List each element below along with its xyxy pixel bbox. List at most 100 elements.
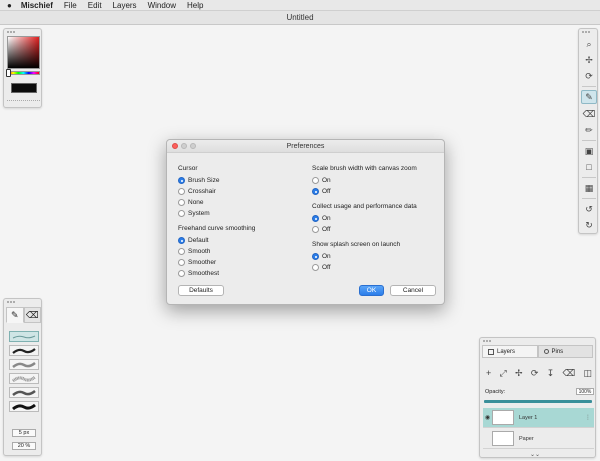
ok-button[interactable]: OK <box>359 285 384 296</box>
layer-row[interactable]: Paper <box>483 429 594 449</box>
usage-label: Collect usage and performance data <box>312 203 417 210</box>
brush-preset[interactable] <box>9 345 39 356</box>
cursor-option-system[interactable]: System <box>178 210 210 217</box>
zoom-icon[interactable] <box>190 143 196 149</box>
panel-grip[interactable] <box>579 29 597 34</box>
cursor-option-crosshair[interactable]: Crosshair <box>178 188 216 195</box>
brush-panel: ✎ ⌫ 5 px 20 % <box>3 298 42 456</box>
splash-option-on[interactable]: On <box>312 253 331 260</box>
tab-pins[interactable]: Pins <box>537 345 593 358</box>
menu-edit[interactable]: Edit <box>88 1 102 10</box>
rotate-layer-icon[interactable]: ⟳ <box>531 368 539 379</box>
layer-name: Layer 1 <box>519 414 538 421</box>
radio-icon <box>312 264 319 271</box>
smoothing-option-smoothest[interactable]: Smoothest <box>178 270 219 277</box>
option-label: Off <box>322 188 331 195</box>
scale-brush-option-on[interactable]: On <box>312 177 331 184</box>
merge-icon[interactable]: ↧ <box>547 368 555 379</box>
dialog-title-bar: Preferences <box>167 140 444 153</box>
scale-brush-option-off[interactable]: Off <box>312 188 331 195</box>
brush-preset[interactable] <box>9 359 39 370</box>
radio-icon <box>178 210 185 217</box>
menu-window[interactable]: Window <box>148 1 176 10</box>
search-icon[interactable]: ⌕ <box>581 37 597 51</box>
smoothing-label: Freehand curve smoothing <box>178 225 256 232</box>
brush-preset[interactable] <box>9 331 39 342</box>
smoothing-option-smoother[interactable]: Smoother <box>178 259 216 266</box>
opacity-slider[interactable] <box>484 400 592 403</box>
tool-divider <box>582 140 596 141</box>
panel-grip[interactable] <box>480 338 595 343</box>
brush-preset[interactable] <box>9 401 39 412</box>
add-layer-icon[interactable]: + <box>486 368 491 378</box>
collapse-chevron-icon[interactable]: ⌄⌄ <box>530 451 540 458</box>
brush-preset[interactable] <box>9 387 39 398</box>
eye-icon[interactable]: ◉ <box>483 414 492 421</box>
panel-grip[interactable] <box>4 29 41 34</box>
option-label: Smoothest <box>188 270 220 277</box>
cancel-button[interactable]: Cancel <box>390 285 436 296</box>
undo-icon[interactable]: ↺ <box>581 202 597 216</box>
eraser-icon[interactable]: ⌫ <box>581 107 597 121</box>
menu-layers[interactable]: Layers <box>113 1 137 10</box>
option-label: Off <box>322 264 331 271</box>
hue-slider-handle[interactable] <box>6 69 11 77</box>
rectangle-select-icon[interactable]: □ <box>581 160 597 174</box>
menu-file[interactable]: File <box>64 1 77 10</box>
radio-selected-icon <box>312 215 319 222</box>
paint-icon[interactable]: ▣ <box>581 144 597 158</box>
window-controls <box>172 143 196 149</box>
rotate-icon[interactable]: ⟳ <box>581 69 597 83</box>
saturation-brightness-picker[interactable] <box>7 36 40 69</box>
redo-icon[interactable]: ↻ <box>581 218 597 232</box>
transform-icon[interactable]: ⤢ <box>500 368 507 379</box>
option-label: Brush Size <box>188 177 220 184</box>
smoothing-option-smooth[interactable]: Smooth <box>178 248 210 255</box>
brush-icon[interactable]: ✎ <box>581 90 597 104</box>
opacity-value-field[interactable]: 100% <box>576 388 594 395</box>
tab-layers-label: Layers <box>497 348 516 355</box>
menu-app[interactable]: Mischief <box>21 1 53 10</box>
usage-option-on[interactable]: On <box>312 215 331 222</box>
cursor-option-brush-size[interactable]: Brush Size <box>178 177 219 184</box>
drag-handle-icon[interactable]: ⋮ <box>585 414 591 421</box>
color-panel <box>3 28 42 108</box>
close-icon[interactable] <box>172 143 178 149</box>
current-color-swatch[interactable] <box>11 83 37 93</box>
layer-name: Paper <box>519 435 534 442</box>
hue-slider[interactable] <box>7 71 40 75</box>
option-label: None <box>188 199 204 206</box>
radio-selected-icon <box>178 237 185 244</box>
pencil-icon[interactable]: ✏ <box>581 123 597 137</box>
menu-bar: ● Mischief File Edit Layers Window Help <box>0 0 600 11</box>
tab-layers[interactable]: Layers <box>482 345 538 358</box>
panel-divider <box>7 100 40 104</box>
brush-tab-icon[interactable]: ✎ <box>6 307 24 323</box>
tool-divider <box>582 86 596 87</box>
brush-opacity-field[interactable]: 20 % <box>12 442 36 450</box>
tool-divider <box>582 177 596 178</box>
trash-icon[interactable]: ◫ <box>583 368 592 379</box>
menu-help[interactable]: Help <box>187 1 203 10</box>
splash-option-off[interactable]: Off <box>312 264 331 271</box>
panel-grip[interactable] <box>4 299 41 304</box>
radio-icon <box>178 199 185 206</box>
defaults-button[interactable]: Defaults <box>178 285 224 296</box>
image-icon[interactable]: ▦ <box>581 181 597 195</box>
brush-size-field[interactable]: 5 px <box>12 429 36 437</box>
brush-preset[interactable] <box>9 373 39 384</box>
smoothing-option-default[interactable]: Default <box>178 237 209 244</box>
eraser-tab-icon[interactable]: ⌫ <box>23 307 41 323</box>
minimize-icon[interactable] <box>181 143 187 149</box>
cursor-option-none[interactable]: None <box>178 199 204 206</box>
apple-menu-icon[interactable]: ● <box>7 1 12 10</box>
layers-icon <box>488 348 494 355</box>
move-icon[interactable]: ✢ <box>581 53 597 67</box>
clear-layer-icon[interactable]: ⌫ <box>562 368 575 379</box>
layer-row[interactable]: ◉ Layer 1 ⋮ <box>483 408 594 428</box>
layer-opacity-row: Opacity: 100% <box>484 388 594 397</box>
dialog-title: Preferences <box>286 143 325 150</box>
usage-option-off[interactable]: Off <box>312 226 331 233</box>
brush-tabs: ✎ ⌫ <box>6 307 41 323</box>
move-layer-icon[interactable]: ✢ <box>515 368 523 379</box>
